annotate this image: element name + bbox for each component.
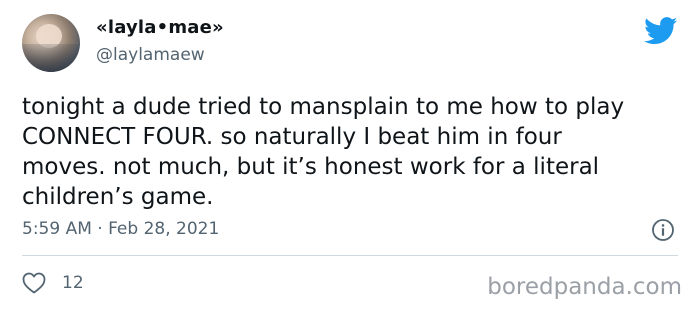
author-display-name[interactable]: «layla•mae» — [96, 17, 224, 38]
like-button[interactable]: 12 — [22, 270, 84, 296]
twitter-bird-icon[interactable] — [644, 17, 678, 45]
watermark: boredpanda.com — [487, 274, 682, 300]
divider — [22, 255, 678, 256]
like-count: 12 — [62, 273, 84, 293]
tweet-timestamp[interactable]: 5:59 AM · Feb 28, 2021 — [22, 219, 219, 239]
avatar-shade — [22, 44, 80, 72]
info-icon[interactable] — [651, 218, 675, 242]
avatar[interactable] — [22, 14, 80, 72]
heart-outline-icon — [22, 272, 46, 294]
tweet-text: tonight a dude tried to mansplain to me … — [22, 94, 625, 210]
tweet-card: «layla•mae» @laylamaew tonight a dude tr… — [0, 0, 700, 311]
author-handle[interactable]: @laylamaew — [96, 45, 205, 65]
